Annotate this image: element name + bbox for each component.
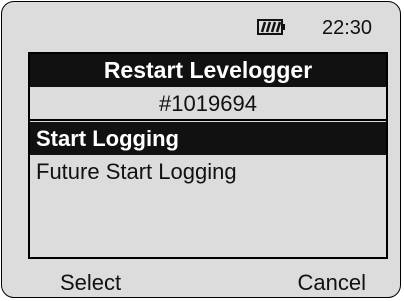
device-display: 22:30 Restart Levelogger #1019694 Start …: [1, 1, 401, 298]
cancel-softkey[interactable]: Cancel: [298, 270, 366, 296]
select-softkey[interactable]: Select: [60, 270, 121, 296]
status-bar: 22:30: [2, 2, 400, 54]
clock: 22:30: [322, 17, 373, 39]
menu-item-future-start-logging[interactable]: Future Start Logging: [30, 155, 386, 188]
lcd-screen: Restart Levelogger #1019694 Start Loggin…: [28, 52, 388, 259]
menu-item-start-logging[interactable]: Start Logging: [30, 122, 386, 155]
screen-title: Restart Levelogger: [30, 54, 386, 87]
serial-number: #1019694: [30, 87, 386, 121]
battery-icon: [257, 19, 285, 35]
